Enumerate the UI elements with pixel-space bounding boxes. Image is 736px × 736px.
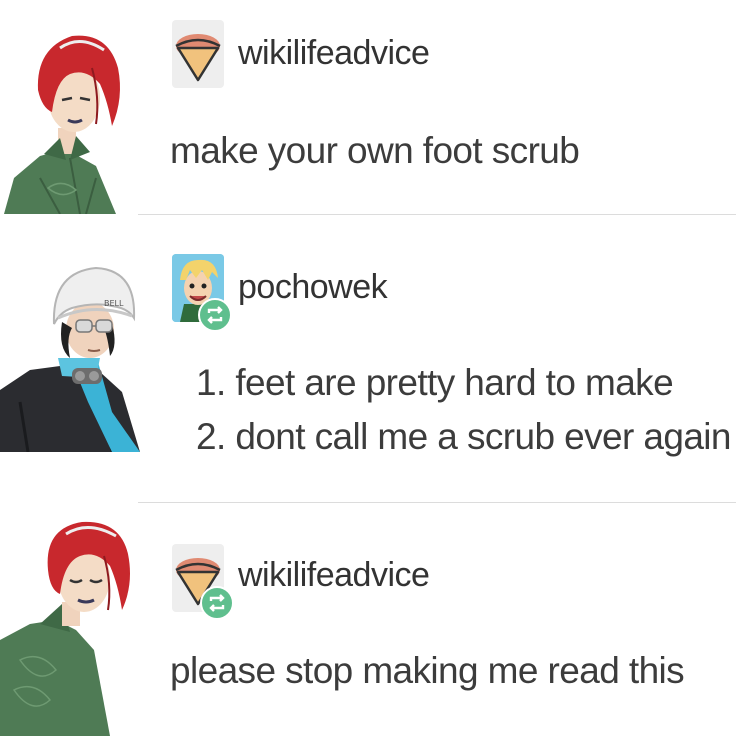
reblog-icon <box>200 586 234 620</box>
helmet-character-icon: BELL <box>0 266 140 452</box>
reblog-icon <box>198 298 232 332</box>
post-username[interactable]: wikilifeadvice <box>238 556 430 595</box>
red-haired-character-eyes-closed-icon <box>0 521 130 736</box>
post-list: 1. feet are pretty hard to make 2. dont … <box>196 356 732 464</box>
post-username[interactable]: pochowek <box>238 268 388 307</box>
svg-text:BELL: BELL <box>104 299 124 308</box>
blog-avatar[interactable] <box>172 20 224 88</box>
post-2: BELL pochowek 1. feet are pretty hard to… <box>0 216 736 502</box>
divider <box>138 502 736 503</box>
post-text: make your own foot scrub <box>170 130 580 171</box>
list-item: 1. feet are pretty hard to make <box>196 362 674 403</box>
ice-cream-cone-icon <box>175 34 221 82</box>
post-1: wikilifeadvice make your own foot scrub <box>0 0 736 214</box>
post-text: please stop making me read this <box>170 650 685 691</box>
list-item: 2. dont call me a scrub ever again <box>196 416 732 457</box>
divider <box>138 214 736 215</box>
post-3: wikilifeadvice please stop making me rea… <box>0 504 736 736</box>
red-haired-character-icon <box>4 35 120 214</box>
post-username[interactable]: wikilifeadvice <box>238 34 430 73</box>
